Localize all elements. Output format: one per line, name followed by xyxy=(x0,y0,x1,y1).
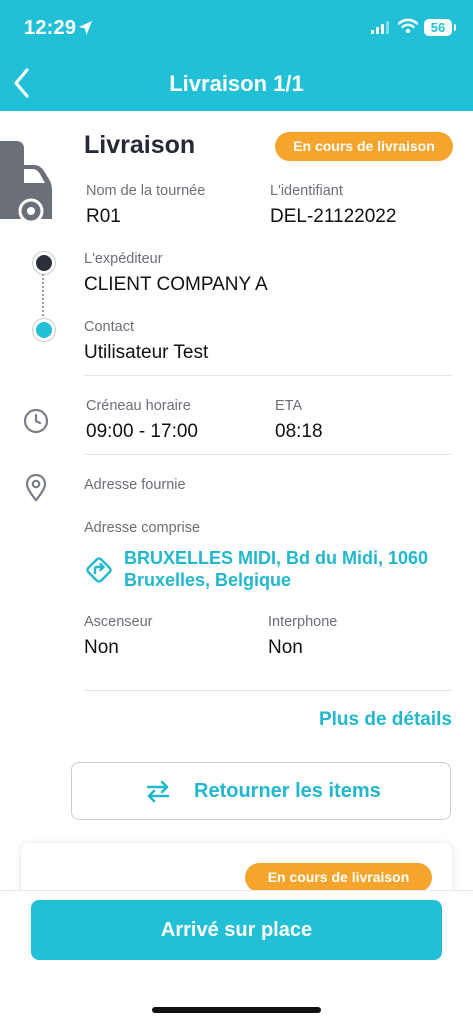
sender-label: L'expéditeur xyxy=(84,251,163,267)
provided-address-label: Adresse fournie xyxy=(84,477,186,493)
contact-label: Contact xyxy=(84,319,134,335)
identifier-value: DEL-21122022 xyxy=(270,206,397,227)
delivery-heading: Livraison xyxy=(84,131,196,159)
eta-label: ETA xyxy=(275,398,303,414)
map-pin-icon xyxy=(25,474,47,502)
sender-dot xyxy=(33,252,55,274)
elevator-label: Ascenseur xyxy=(84,614,153,630)
truck-icon xyxy=(0,141,52,224)
understood-address-label: Adresse comprise xyxy=(84,520,201,536)
battery-icon: 56 xyxy=(424,19,452,36)
home-indicator xyxy=(152,1007,321,1013)
swap-arrows-icon xyxy=(146,780,170,803)
eta-value: 08:18 xyxy=(275,421,323,442)
more-details-link[interactable]: Plus de détails xyxy=(230,709,452,731)
signal-icon xyxy=(371,20,389,34)
top-bar: 12:29 56 Livraison 1/1 xyxy=(0,0,473,111)
page-title: Livraison 1/1 xyxy=(169,71,304,96)
divider xyxy=(84,454,452,455)
divider xyxy=(84,690,452,691)
timeline-connector xyxy=(42,274,44,316)
status-badge: En cours de livraison xyxy=(275,132,453,161)
slot-value: 09:00 - 17:00 xyxy=(86,421,198,442)
tour-name-label: Nom de la tournée xyxy=(86,183,206,199)
intercom-value: Non xyxy=(268,637,303,658)
return-items-label: Retourner les items xyxy=(194,780,381,802)
location-arrow-icon xyxy=(79,21,92,35)
intercom-label: Interphone xyxy=(268,614,338,630)
divider xyxy=(84,375,452,376)
route-direction-icon[interactable] xyxy=(84,555,114,585)
tour-name-value: R01 xyxy=(86,206,121,227)
status-badge: En cours de livraison xyxy=(245,863,432,892)
identifier-label: L'identifiant xyxy=(270,183,343,199)
battery-tip xyxy=(454,24,456,31)
arrived-button[interactable]: Arrivé sur place xyxy=(31,900,442,960)
wifi-icon xyxy=(398,18,418,34)
status-time: 12:29 xyxy=(24,17,77,39)
elevator-value: Non xyxy=(84,637,119,658)
contact-value: Utilisateur Test xyxy=(84,342,209,363)
clock-icon xyxy=(23,408,49,434)
slot-label: Créneau horaire xyxy=(86,398,191,414)
understood-address-link[interactable]: BRUXELLES MIDI, Bd du Midi, 1060 Bruxell… xyxy=(124,547,454,591)
sender-value: CLIENT COMPANY A xyxy=(84,274,268,295)
contact-dot xyxy=(33,319,55,341)
